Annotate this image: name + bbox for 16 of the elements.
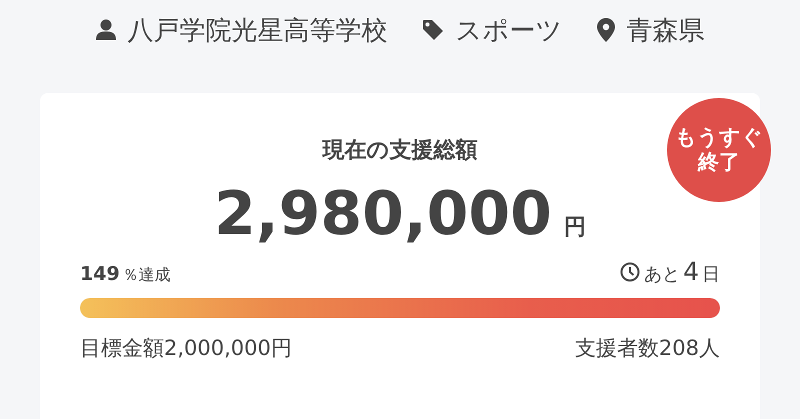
- total-amount: 2,980,000: [214, 179, 552, 249]
- badge-text: もうすぐ: [675, 124, 763, 150]
- total-title: 現在の支援総額: [322, 137, 478, 165]
- supporter-count: 支援者数208人: [574, 335, 720, 362]
- person-icon: [96, 19, 116, 41]
- achievement-rate: 149％達成: [80, 263, 171, 286]
- days-remaining: あと 4 日: [644, 257, 720, 286]
- location-pin-icon: [596, 18, 614, 42]
- meta-label[interactable]: 青森県: [626, 12, 704, 48]
- clock-icon: [620, 262, 640, 282]
- tag-icon: [422, 19, 444, 41]
- meta-label[interactable]: スポーツ: [456, 12, 562, 48]
- badge-text: 終了: [698, 150, 740, 176]
- goal-amount: 目標金額2,000,000円: [80, 335, 292, 362]
- currency-unit: 円: [564, 214, 586, 242]
- meta-label[interactable]: 八戸学院光星高等学校: [128, 12, 388, 48]
